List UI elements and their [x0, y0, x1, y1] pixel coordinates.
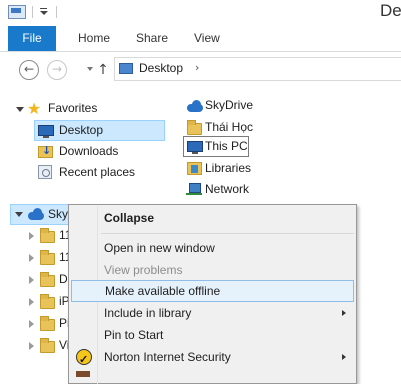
desktop-icon	[119, 63, 133, 74]
divider	[56, 6, 57, 18]
libraries-icon	[187, 162, 202, 175]
title-bar: Des	[0, 0, 401, 26]
tab-share[interactable]: Share	[136, 26, 168, 51]
ribbon-tabs: File Home Share View	[0, 26, 401, 52]
skydrive-cloud-icon	[186, 100, 204, 112]
desktop-icon	[38, 125, 54, 138]
menu-item-view-problems: View problems	[69, 259, 356, 281]
menu-item-label: Make available offline	[105, 284, 221, 298]
folder-icon	[40, 250, 55, 265]
favorites-star-icon: ★	[26, 99, 42, 118]
menu-item-label: Pin to Start	[104, 328, 164, 342]
nav-desktop[interactable]: Desktop	[59, 120, 103, 141]
recent-locations-dropdown-icon[interactable]	[87, 67, 93, 71]
menu-item-collapse[interactable]: Collapse	[69, 207, 356, 229]
menu-item-pin-to-start[interactable]: Pin to Start	[69, 324, 356, 346]
expand-favorites-icon[interactable]	[16, 107, 24, 112]
menu-item-label: Include in library	[104, 306, 192, 320]
tab-view[interactable]: View	[194, 26, 220, 51]
nav-downloads[interactable]: Downloads	[59, 141, 118, 162]
breadcrumb-chevron-icon[interactable]: ›	[195, 61, 199, 74]
folder-icon	[40, 316, 55, 331]
menu-item-label: View problems	[104, 263, 183, 277]
content-item-skydrive[interactable]: SkyDrive	[205, 95, 253, 116]
user-folder-icon	[187, 120, 202, 135]
nav-favorites[interactable]: Favorites	[48, 98, 97, 119]
recent-places-icon	[38, 165, 52, 179]
back-button[interactable]: ←	[19, 60, 39, 80]
menu-item-include-in-library[interactable]: Include in library	[69, 302, 356, 324]
nav-recent-places[interactable]: Recent places	[59, 162, 135, 183]
submenu-arrow-icon	[342, 310, 346, 316]
folder-icon	[40, 338, 55, 353]
norton-icon	[76, 349, 92, 371]
skydrive-cloud-icon	[27, 208, 45, 220]
tab-file[interactable]: File	[8, 26, 56, 51]
folder-icon	[40, 272, 55, 287]
quick-access-dropdown-icon[interactable]	[38, 5, 50, 19]
context-menu: Collapse Open in new window View problem…	[68, 204, 357, 384]
folder-icon	[40, 228, 55, 243]
downloads-folder-icon	[38, 144, 53, 158]
expand-folder-icon[interactable]	[29, 320, 34, 328]
content-item-this-pc[interactable]: This PC	[205, 136, 248, 157]
window-title: Des	[380, 1, 401, 20]
menu-item-label: Collapse	[104, 211, 155, 225]
expand-folder-icon[interactable]	[29, 254, 34, 262]
menu-separator	[101, 233, 354, 234]
expand-folder-icon[interactable]	[29, 276, 34, 284]
up-button[interactable]: ↑	[96, 60, 110, 80]
menu-item-label: Open in new window	[104, 241, 215, 255]
content-item-user[interactable]: Thái Học	[205, 117, 253, 138]
submenu-arrow-icon	[342, 354, 346, 360]
explorer-window-icon[interactable]	[8, 5, 26, 19]
network-icon	[186, 183, 202, 196]
content-item-libraries[interactable]: Libraries	[205, 158, 251, 179]
content-item-network[interactable]: Network	[205, 179, 249, 200]
expand-folder-icon[interactable]	[29, 342, 34, 350]
tab-home[interactable]: Home	[78, 26, 110, 51]
back-arrow-icon: ←	[23, 62, 35, 76]
address-path: Desktop	[139, 61, 184, 75]
forward-arrow-icon: →	[51, 62, 63, 76]
expand-folder-icon[interactable]	[29, 232, 34, 240]
menu-item-open-new-window[interactable]: Open in new window	[69, 237, 356, 259]
address-bar[interactable]: Desktop ›	[114, 57, 401, 81]
menu-item-norton-internet-security[interactable]: Norton Internet Security	[69, 346, 356, 371]
divider	[32, 6, 33, 18]
this-pc-icon	[187, 141, 203, 154]
menu-item-make-available-offline[interactable]: Make available offline	[71, 280, 354, 302]
menu-item-label: Norton Internet Security	[104, 350, 231, 364]
forward-button[interactable]: →	[47, 60, 67, 80]
expand-skydrive-icon[interactable]	[15, 212, 23, 217]
menu-item-icon	[76, 371, 90, 377]
folder-icon	[40, 294, 55, 309]
expand-folder-icon[interactable]	[29, 298, 34, 306]
